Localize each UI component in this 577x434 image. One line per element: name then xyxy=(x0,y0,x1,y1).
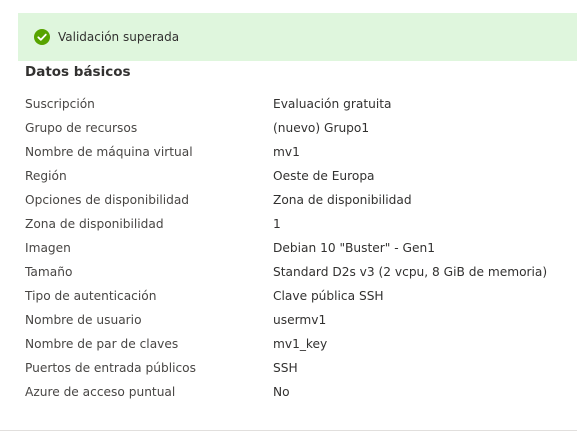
detail-value: mv1_key xyxy=(273,337,328,351)
detail-label: Puertos de entrada públicos xyxy=(25,361,196,375)
detail-label: Imagen xyxy=(25,241,71,255)
detail-value: Debian 10 "Buster" - Gen1 xyxy=(273,241,435,255)
detail-row-image: Imagen Debian 10 "Buster" - Gen1 xyxy=(25,236,577,260)
detail-label: Nombre de máquina virtual xyxy=(25,145,193,159)
detail-row-availability-zone: Zona de disponibilidad 1 xyxy=(25,212,577,236)
detail-value: mv1 xyxy=(273,145,300,159)
detail-value: Oeste de Europa xyxy=(273,169,375,183)
detail-row-username: Nombre de usuario usermv1 xyxy=(25,308,577,332)
review-page: Validación superada Datos básicos Suscri… xyxy=(0,0,577,434)
detail-row-region: Región Oeste de Europa xyxy=(25,164,577,188)
detail-label: Tamaño xyxy=(25,265,73,279)
detail-value: Standard D2s v3 (2 vcpu, 8 GiB de memori… xyxy=(273,265,548,279)
details-list: Suscripción Evaluación gratuita Grupo de… xyxy=(25,92,577,404)
detail-label: Azure de acceso puntual xyxy=(25,385,176,399)
detail-value: SSH xyxy=(273,361,298,375)
detail-value: 1 xyxy=(273,217,281,231)
detail-label: Tipo de autenticación xyxy=(25,289,157,303)
detail-value: Clave pública SSH xyxy=(273,289,384,303)
detail-label: Suscripción xyxy=(25,97,95,111)
detail-row-authentication-type: Tipo de autenticación Clave pública SSH xyxy=(25,284,577,308)
detail-label: Nombre de usuario xyxy=(25,313,142,327)
detail-value: Evaluación gratuita xyxy=(273,97,392,111)
detail-value: (nuevo) Grupo1 xyxy=(273,121,370,135)
detail-row-size: Tamaño Standard D2s v3 (2 vcpu, 8 GiB de… xyxy=(25,260,577,284)
detail-row-public-inbound-ports: Puertos de entrada públicos SSH xyxy=(25,356,577,380)
section-title: Datos básicos xyxy=(25,64,131,80)
detail-value: usermv1 xyxy=(273,313,327,327)
detail-row-subscription: Suscripción Evaluación gratuita xyxy=(25,92,577,116)
detail-label: Nombre de par de claves xyxy=(25,337,179,351)
validation-status-text: Validación superada xyxy=(58,30,180,44)
detail-label: Región xyxy=(25,169,67,183)
detail-row-jit-access: Azure de acceso puntual No xyxy=(25,380,577,404)
detail-row-resource-group: Grupo de recursos (nuevo) Grupo1 xyxy=(25,116,577,140)
detail-label: Grupo de recursos xyxy=(25,121,138,135)
detail-row-key-pair-name: Nombre de par de claves mv1_key xyxy=(25,332,577,356)
divider xyxy=(0,430,577,431)
check-circle-icon xyxy=(34,29,50,45)
detail-label: Opciones de disponibilidad xyxy=(25,193,190,207)
detail-label: Zona de disponibilidad xyxy=(25,217,164,231)
detail-value: Zona de disponibilidad xyxy=(273,193,412,207)
detail-row-availability-options: Opciones de disponibilidad Zona de dispo… xyxy=(25,188,577,212)
detail-row-vm-name: Nombre de máquina virtual mv1 xyxy=(25,140,577,164)
validation-banner: Validación superada xyxy=(18,13,577,61)
detail-value: No xyxy=(273,385,290,399)
